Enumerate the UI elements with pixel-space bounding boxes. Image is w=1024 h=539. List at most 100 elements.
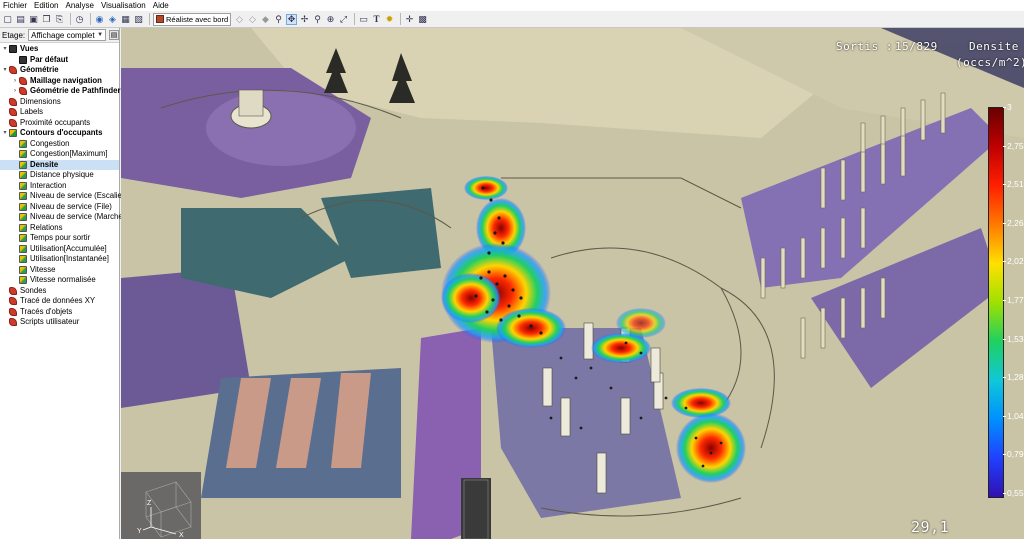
render-mode-value: Réaliste avec bord bbox=[166, 14, 229, 24]
tree-item[interactable]: Sondes bbox=[0, 286, 119, 297]
tree-item[interactable]: Interaction bbox=[0, 181, 119, 192]
tree-item[interactable]: Utilisation[Instantanée] bbox=[0, 254, 119, 265]
tree-item[interactable]: Densite bbox=[0, 159, 119, 170]
exited-value: 15/829 bbox=[895, 40, 938, 53]
fit-icon[interactable]: ⤢ bbox=[338, 14, 349, 25]
legend-tick-label: 2,51 bbox=[1003, 179, 1024, 190]
view-icon-4[interactable]: ▧ bbox=[133, 14, 144, 25]
legend-tick-label: 1,285 bbox=[1002, 372, 1024, 382]
tree-item-label: Scripts utilisateur bbox=[20, 317, 80, 326]
toolbar-separator bbox=[149, 13, 150, 25]
paste-icon[interactable]: ⎘ bbox=[54, 14, 65, 25]
tree-item[interactable]: Niveau de service (Marche) bbox=[0, 212, 125, 223]
tree-item-label: Vues bbox=[20, 44, 39, 53]
object-icon bbox=[9, 318, 17, 327]
tree-item[interactable]: ▾ Géométrie bbox=[0, 65, 119, 76]
zoom-icon[interactable]: ⚲ bbox=[312, 14, 323, 25]
axes-icon[interactable]: ✛ bbox=[404, 14, 415, 25]
zoom-box-icon[interactable]: ⊕ bbox=[325, 14, 336, 25]
view-icon-3[interactable]: ▦ bbox=[120, 14, 131, 25]
menu-item-2[interactable]: Analyse bbox=[65, 0, 93, 11]
tree-item[interactable]: ▾ Vues bbox=[0, 44, 119, 55]
new-icon[interactable]: ▢ bbox=[2, 14, 13, 25]
text-icon[interactable]: T bbox=[371, 14, 382, 25]
view-icon-2[interactable]: ◈ bbox=[107, 14, 118, 25]
contour-icon bbox=[19, 171, 27, 180]
menu-item-1[interactable]: Edition bbox=[34, 0, 58, 11]
tree-item[interactable]: Vitesse normalisée bbox=[0, 275, 119, 286]
tree-item[interactable]: Vitesse bbox=[0, 265, 119, 276]
contour-icon bbox=[19, 244, 27, 253]
cube-icon-3[interactable]: ◆ bbox=[260, 14, 271, 25]
floor-select-value: Affichage complet bbox=[31, 30, 95, 40]
object-icon bbox=[9, 307, 17, 316]
tree-item[interactable]: Relations bbox=[0, 223, 119, 234]
tree-item-label: Temps pour sortir bbox=[30, 233, 91, 242]
tree-item[interactable]: Temps pour sortir bbox=[0, 233, 119, 244]
menu-item-0[interactable]: Fichier bbox=[3, 0, 27, 11]
legend-unit: (occs/m^2) bbox=[956, 56, 1024, 69]
cube-icon[interactable]: ◇ bbox=[234, 14, 245, 25]
tree-item[interactable]: Congestion bbox=[0, 139, 119, 150]
expand-icon[interactable]: ▾ bbox=[1, 44, 9, 55]
select-icon[interactable]: ✥ bbox=[286, 13, 297, 25]
tree-item-label: Labels bbox=[20, 107, 43, 116]
object-icon bbox=[9, 118, 17, 127]
tree-item[interactable]: Utilisation[Accumulée] bbox=[0, 244, 119, 255]
toolbar-separator bbox=[400, 13, 401, 25]
measure-icon[interactable]: ▭ bbox=[358, 14, 369, 25]
tree-item-label: Congestion bbox=[30, 138, 70, 148]
tree-item-label: Vitesse bbox=[30, 264, 56, 274]
object-icon bbox=[9, 286, 17, 295]
expand-icon[interactable]: › bbox=[11, 76, 19, 87]
view-icon[interactable]: ◉ bbox=[94, 14, 105, 25]
expand-icon[interactable]: ▾ bbox=[1, 128, 9, 139]
3d-viewport[interactable]: X Z Y Sortis : 15/829 Densite (occs/m^2)… bbox=[121, 28, 1024, 539]
menu-item-4[interactable]: Aide bbox=[153, 0, 169, 11]
tree-item[interactable]: Par défaut bbox=[0, 55, 119, 66]
tree-item[interactable]: Dimensions bbox=[0, 97, 119, 108]
tree-item[interactable]: Niveau de service (Escalier) bbox=[0, 191, 127, 202]
menu-item-3[interactable]: Visualisation bbox=[101, 0, 146, 11]
contour-icon bbox=[19, 223, 27, 232]
scene[interactable]: X Z Y bbox=[121, 28, 1024, 539]
tree-item[interactable]: Congestion[Maximum] bbox=[0, 149, 119, 160]
walk-icon[interactable]: ⚲ bbox=[273, 14, 284, 25]
rotunda-body bbox=[238, 89, 264, 117]
tree-item-label: Tracé de données XY bbox=[20, 296, 96, 305]
move-icon[interactable]: ✢ bbox=[299, 14, 310, 25]
exited-label: Sortis : bbox=[836, 40, 893, 53]
legend-tick-label: 3 bbox=[1003, 102, 1012, 112]
object-icon bbox=[19, 87, 27, 96]
cube-icon-2[interactable]: ◇ bbox=[247, 14, 258, 25]
tree-item[interactable]: Proximité occupants bbox=[0, 118, 119, 129]
save-icon[interactable]: ▣ bbox=[28, 14, 39, 25]
object-icon bbox=[19, 76, 27, 85]
tree-item[interactable]: Tracé de données XY bbox=[0, 296, 119, 307]
legend-tick-label: 1,775 bbox=[1002, 295, 1024, 305]
contour-icon bbox=[19, 265, 27, 274]
tree-item[interactable]: Niveau de service (File) bbox=[0, 202, 119, 213]
floor-select[interactable]: Affichage complet ▼ bbox=[28, 29, 107, 41]
timer-icon[interactable]: ◷ bbox=[74, 14, 85, 25]
grid-icon[interactable]: ▩ bbox=[417, 14, 428, 25]
toolbar-separator bbox=[90, 13, 91, 25]
tree-item[interactable]: ▾ Contours d'occupants bbox=[0, 128, 119, 139]
floor-options-button[interactable]: ▤ bbox=[109, 30, 119, 40]
tree-item[interactable]: Labels bbox=[0, 107, 119, 118]
open-icon[interactable]: ▤ bbox=[15, 14, 26, 25]
tree-item[interactable]: Distance physique bbox=[0, 170, 119, 181]
copy-icon[interactable]: ❐ bbox=[41, 14, 52, 25]
expand-icon[interactable]: ▾ bbox=[1, 65, 9, 76]
tree-item[interactable]: › Géométrie de Pathfinder bbox=[0, 86, 121, 97]
tree-item[interactable]: Scripts utilisateur bbox=[0, 317, 119, 328]
navigation-panel: Etage: Affichage complet ▼ ▤ ▾ Vues Par dé… bbox=[0, 28, 127, 539]
expand-icon[interactable]: › bbox=[11, 86, 19, 97]
light-icon[interactable]: ✹ bbox=[384, 14, 395, 25]
legend-tick-label: 1,04 bbox=[1003, 410, 1024, 421]
render-mode-select[interactable]: Réaliste avec bord bbox=[153, 12, 231, 26]
tree-item[interactable]: Tracés d'objets bbox=[0, 307, 119, 318]
tree-item-label: Relations bbox=[30, 222, 63, 232]
axis-z-label: Z bbox=[147, 500, 152, 507]
tree-item[interactable]: › Maillage navigation bbox=[0, 76, 119, 87]
